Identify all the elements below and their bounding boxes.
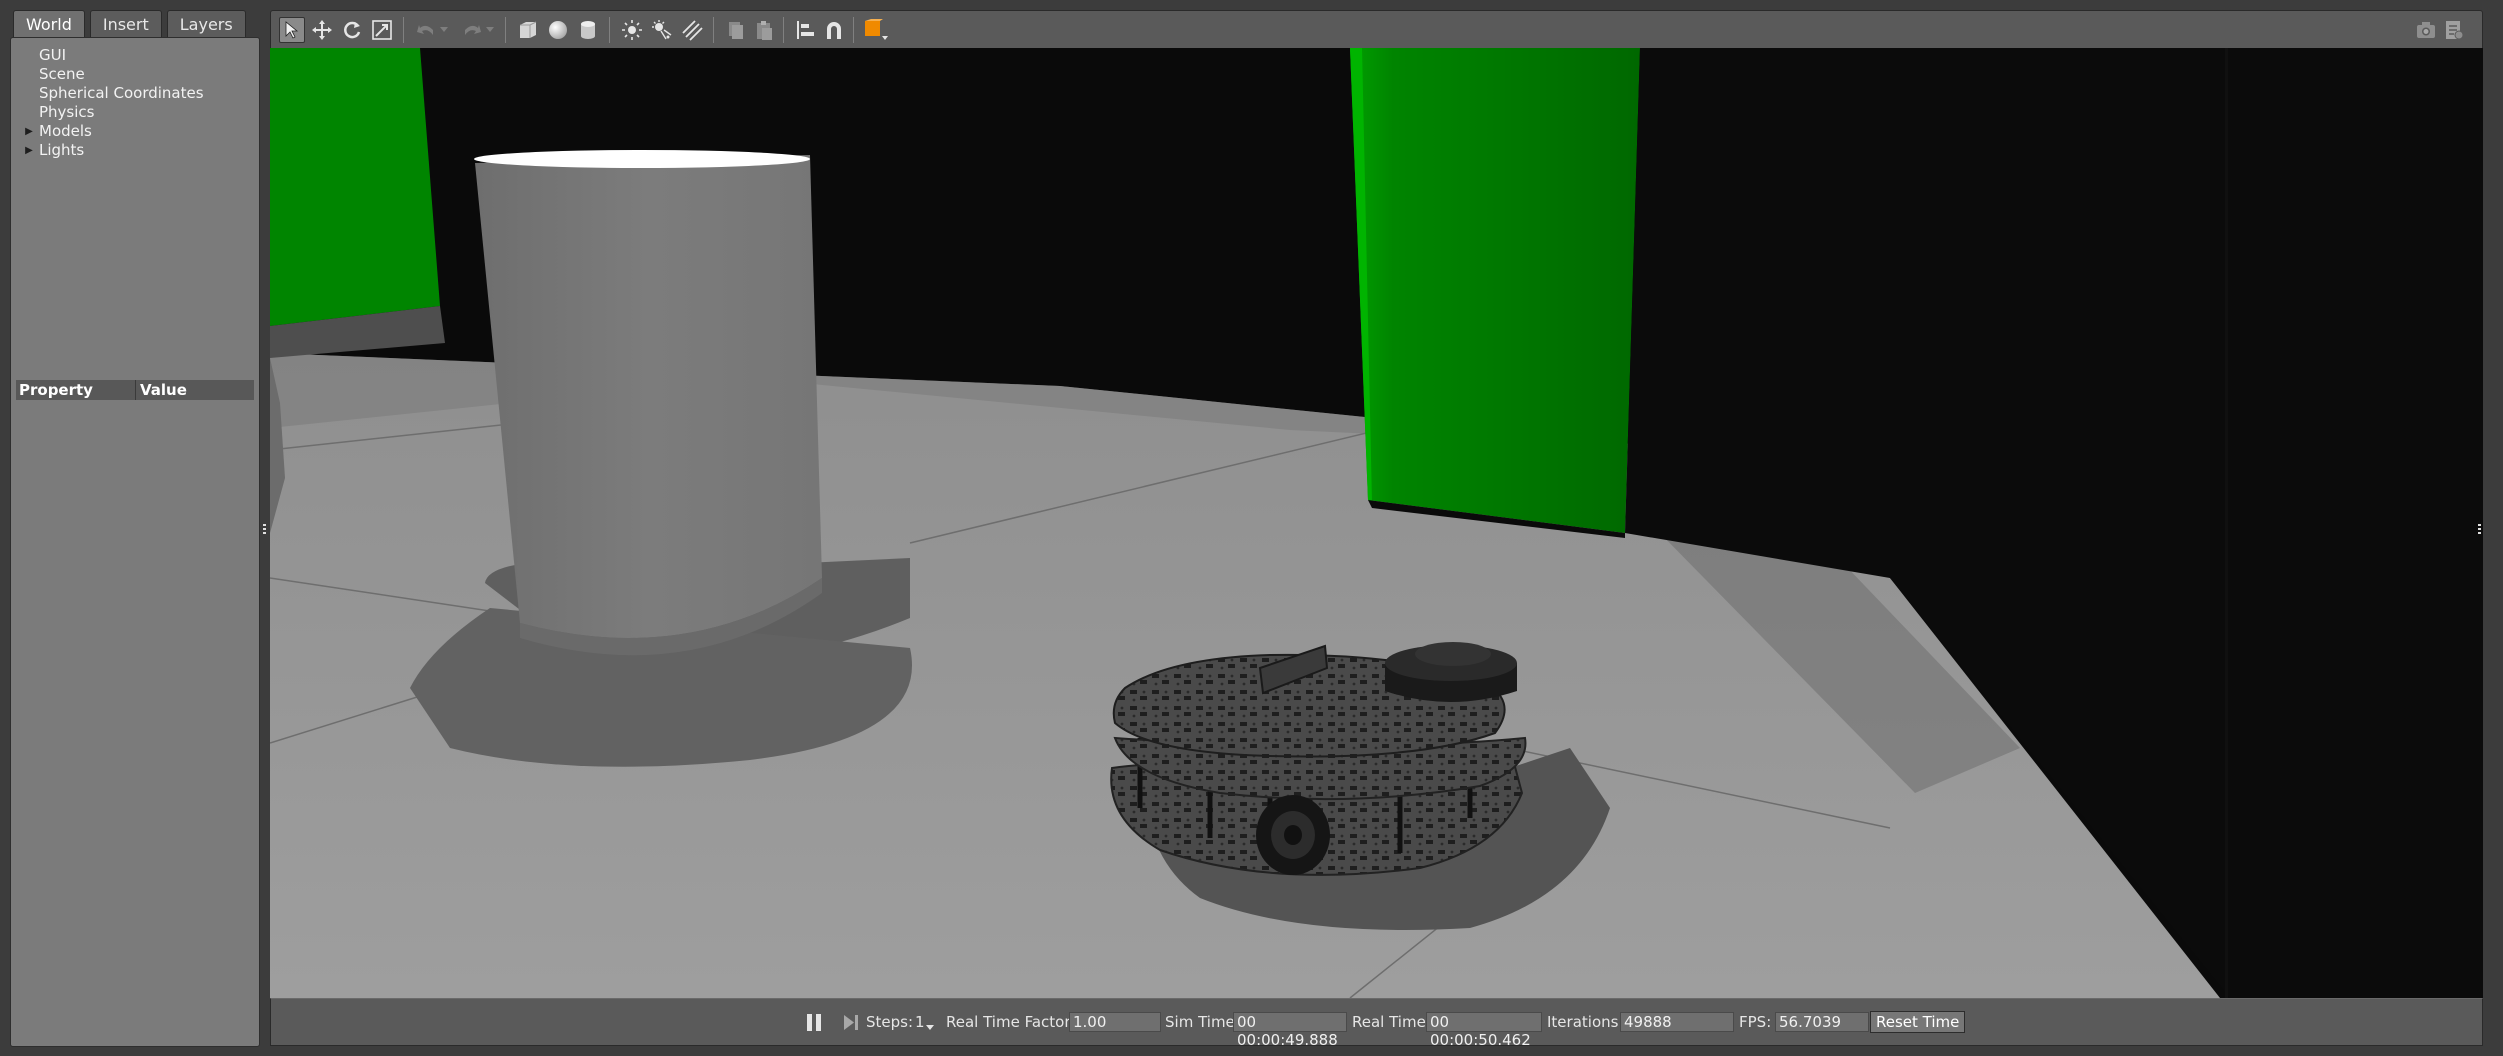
rotate-icon[interactable] (339, 17, 365, 43)
snap-magnet-icon[interactable] (821, 17, 847, 43)
tree-property-splitter[interactable] (129, 373, 143, 388)
property-column-header[interactable]: Property (16, 380, 136, 400)
toolbar (270, 10, 2483, 48)
undo-icon[interactable] (413, 17, 439, 43)
box-shape-icon[interactable] (515, 17, 541, 43)
tree-item-label: Scene (39, 65, 85, 83)
toolbar-separator (505, 17, 506, 43)
redo-history-dropdown-icon[interactable] (484, 17, 496, 43)
paste-icon[interactable] (751, 17, 777, 43)
tree-item-scene[interactable]: Scene (19, 65, 251, 84)
green-wall-right (1350, 48, 1640, 533)
toolbar-separator (853, 17, 854, 43)
toolbar-separator (783, 17, 784, 43)
cylinder-body (475, 155, 822, 638)
toolbar-separator (403, 17, 404, 43)
fps-label: FPS: (1739, 1013, 1772, 1031)
world-panel: GUI Scene Spherical Coordinates Physics … (10, 37, 260, 1047)
tab-insert[interactable]: Insert (89, 10, 162, 38)
tab-layers[interactable]: Layers (166, 10, 246, 38)
cylinder-top (474, 150, 810, 168)
real-time-factor-label: Real Time Factor: (946, 1013, 1076, 1031)
directional-light-icon[interactable] (679, 17, 705, 43)
steps-dropdown-icon[interactable] (926, 1025, 934, 1031)
left-panel-tabs: World Insert Layers (13, 10, 246, 38)
tree-item-physics[interactable]: Physics (19, 103, 251, 122)
tree-item-models[interactable]: ▶ Models (19, 122, 251, 141)
real-time-field: 00 00:00:50.462 (1426, 1012, 1542, 1049)
iterations-label: Iterations: (1547, 1013, 1624, 1031)
align-icon[interactable] (793, 17, 819, 43)
real-time-label: Real Time: (1352, 1013, 1431, 1031)
left-panel: World Insert Layers GUI Scene Spherical … (0, 0, 268, 1056)
toolbar-separator (713, 17, 714, 43)
scale-icon[interactable] (369, 17, 395, 43)
sphere-shape-icon[interactable] (545, 17, 571, 43)
simulation-status-bar: Steps: 1 Real Time Factor: 1.00 Sim Time… (270, 998, 2483, 1049)
right-panel-collapse-handle[interactable] (2476, 524, 2482, 536)
tree-item-label: Spherical Coordinates (39, 84, 204, 102)
tree-item-label: Physics (39, 103, 95, 121)
turtlebot-robot (1110, 642, 1527, 876)
view-angle-icon[interactable] (863, 17, 889, 43)
steps-label: Steps: (866, 1013, 914, 1031)
select-arrow-icon[interactable] (279, 17, 305, 43)
point-light-icon[interactable] (619, 17, 645, 43)
cylinder-shape-icon[interactable] (575, 17, 601, 43)
step-icon[interactable] (843, 1014, 859, 1031)
screenshot-camera-icon[interactable] (2413, 17, 2439, 43)
real-time-factor-field: 1.00 (1069, 1012, 1161, 1032)
sim-time-label: Sim Time: (1165, 1013, 1240, 1031)
tree-item-spherical-coordinates[interactable]: Spherical Coordinates (19, 84, 251, 103)
expand-arrow-icon[interactable]: ▶ (19, 141, 39, 160)
translate-icon[interactable] (309, 17, 335, 43)
3d-scene-viewport[interactable] (270, 48, 2483, 998)
left-panel-collapse-handle[interactable] (261, 524, 267, 536)
steps-value[interactable]: 1 (915, 1011, 925, 1033)
undo-history-dropdown-icon[interactable] (438, 17, 450, 43)
scene-render (270, 48, 2483, 998)
sim-time-field: 00 00:00:49.888 (1233, 1012, 1347, 1049)
tab-world[interactable]: World (13, 10, 85, 38)
spot-light-icon[interactable] (649, 17, 675, 43)
wall-seam (2225, 48, 2228, 998)
iterations-field: 49888 (1620, 1012, 1734, 1032)
redo-icon[interactable] (459, 17, 485, 43)
copy-icon[interactable] (723, 17, 749, 43)
world-tree: GUI Scene Spherical Coordinates Physics … (19, 46, 251, 160)
record-log-icon[interactable] (2441, 17, 2467, 43)
pause-icon[interactable] (807, 1014, 823, 1031)
tree-item-lights[interactable]: ▶ Lights (19, 141, 251, 160)
property-table-header: Property Value (16, 380, 254, 400)
fps-field: 56.7039 (1775, 1012, 1869, 1032)
reset-time-button[interactable]: Reset Time (1870, 1011, 1966, 1033)
tree-item-gui[interactable]: GUI (19, 46, 251, 65)
value-column-header[interactable]: Value (136, 380, 187, 400)
tree-item-label: Lights (39, 141, 85, 159)
tree-item-label: GUI (39, 46, 67, 64)
expand-arrow-icon[interactable]: ▶ (19, 122, 39, 141)
tree-item-label: Models (39, 122, 92, 140)
toolbar-separator (609, 17, 610, 43)
green-wall-left (270, 48, 440, 326)
